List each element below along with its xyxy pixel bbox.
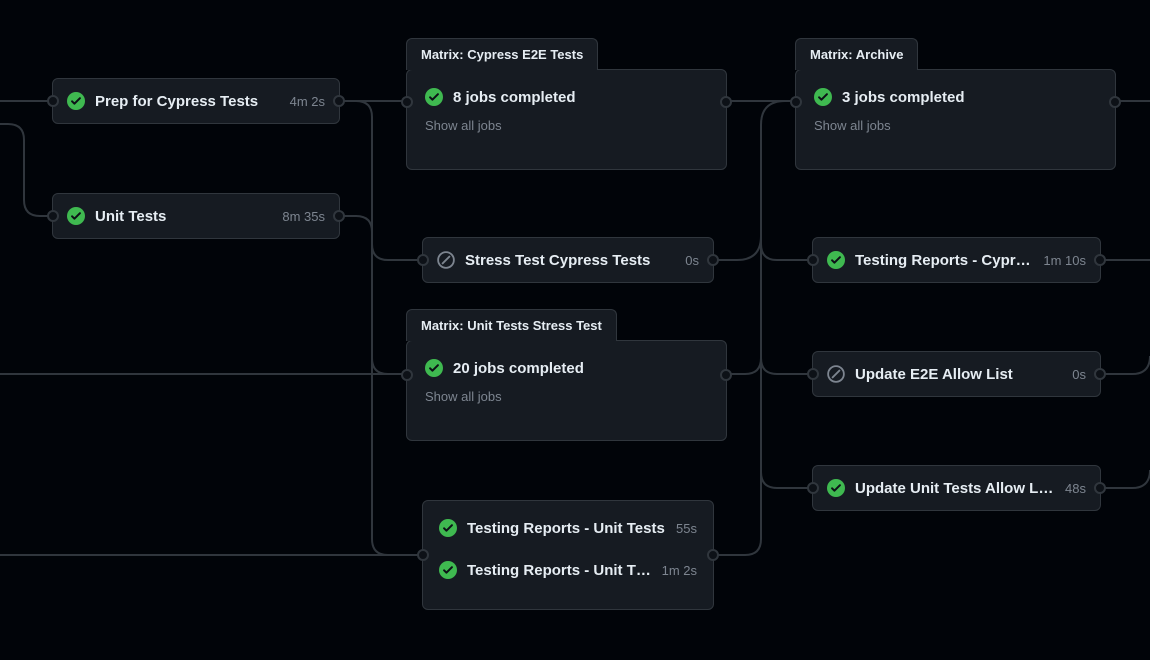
matrix-summary: 8 jobs completed — [453, 89, 576, 106]
job-duration: 55s — [676, 521, 697, 536]
port — [333, 210, 345, 222]
port — [1109, 96, 1121, 108]
job-duration: 0s — [1072, 367, 1086, 382]
skipped-icon — [827, 365, 845, 383]
list-item[interactable]: Testing Reports - Unit Tests 55s — [423, 507, 713, 549]
job-update-unit[interactable]: Update Unit Tests Allow L… 48s — [812, 465, 1101, 511]
check-circle-icon — [439, 519, 457, 537]
port — [807, 254, 819, 266]
job-duration: 4m 2s — [290, 94, 325, 109]
job-stress-cypress[interactable]: Stress Test Cypress Tests 0s — [422, 237, 714, 283]
job-group-unit-reports[interactable]: Testing Reports - Unit Tests 55s Testing… — [422, 500, 714, 610]
matrix-summary: 20 jobs completed — [453, 360, 584, 377]
check-circle-icon — [425, 359, 443, 377]
matrix-body-archive[interactable]: 3 jobs completed Show all jobs — [795, 69, 1116, 170]
port — [401, 369, 413, 381]
port — [1094, 482, 1106, 494]
job-title: Update Unit Tests Allow L… — [855, 480, 1055, 497]
job-title: Testing Reports - Cypr… — [855, 252, 1033, 269]
matrix-show-all[interactable]: Show all jobs — [814, 118, 1097, 133]
port — [720, 96, 732, 108]
port — [790, 96, 802, 108]
port — [807, 482, 819, 494]
matrix-tab-unit-stress[interactable]: Matrix: Unit Tests Stress Test — [406, 309, 617, 341]
check-circle-icon — [827, 251, 845, 269]
matrix-tab-cypress[interactable]: Matrix: Cypress E2E Tests — [406, 38, 598, 70]
skipped-icon — [437, 251, 455, 269]
workflow-graph[interactable]: Prep for Cypress Tests 4m 2s Unit Tests … — [0, 0, 1150, 660]
matrix-summary: 3 jobs completed — [842, 89, 965, 106]
job-duration: 48s — [1065, 481, 1086, 496]
check-circle-icon — [814, 88, 832, 106]
job-duration: 0s — [685, 253, 699, 268]
job-title: Prep for Cypress Tests — [95, 93, 280, 110]
check-circle-icon — [439, 561, 457, 579]
job-title: Stress Test Cypress Tests — [465, 252, 675, 269]
job-duration: 1m 2s — [662, 563, 697, 578]
job-update-e2e[interactable]: Update E2E Allow List 0s — [812, 351, 1101, 397]
job-title: Testing Reports - Unit Tests — [467, 520, 666, 537]
job-reports-cypress[interactable]: Testing Reports - Cypr… 1m 10s — [812, 237, 1101, 283]
check-circle-icon — [425, 88, 443, 106]
check-circle-icon — [67, 92, 85, 110]
port — [807, 368, 819, 380]
port — [401, 96, 413, 108]
job-duration: 8m 35s — [282, 209, 325, 224]
port — [417, 254, 429, 266]
matrix-show-all[interactable]: Show all jobs — [425, 118, 708, 133]
matrix-body-unit-stress[interactable]: 20 jobs completed Show all jobs — [406, 340, 727, 441]
port — [720, 369, 732, 381]
port — [1094, 254, 1106, 266]
check-circle-icon — [827, 479, 845, 497]
port — [417, 549, 429, 561]
port — [707, 549, 719, 561]
port — [47, 95, 59, 107]
job-prep-cypress[interactable]: Prep for Cypress Tests 4m 2s — [52, 78, 340, 124]
port — [47, 210, 59, 222]
job-title: Update E2E Allow List — [855, 366, 1062, 383]
job-unit-tests[interactable]: Unit Tests 8m 35s — [52, 193, 340, 239]
job-duration: 1m 10s — [1043, 253, 1086, 268]
job-title: Testing Reports - Unit T… — [467, 562, 652, 579]
port — [707, 254, 719, 266]
list-item[interactable]: Testing Reports - Unit T… 1m 2s — [423, 549, 713, 591]
matrix-show-all[interactable]: Show all jobs — [425, 389, 708, 404]
port — [1094, 368, 1106, 380]
job-title: Unit Tests — [95, 208, 272, 225]
check-circle-icon — [67, 207, 85, 225]
port — [333, 95, 345, 107]
matrix-body-cypress[interactable]: 8 jobs completed Show all jobs — [406, 69, 727, 170]
matrix-tab-archive[interactable]: Matrix: Archive — [795, 38, 918, 70]
